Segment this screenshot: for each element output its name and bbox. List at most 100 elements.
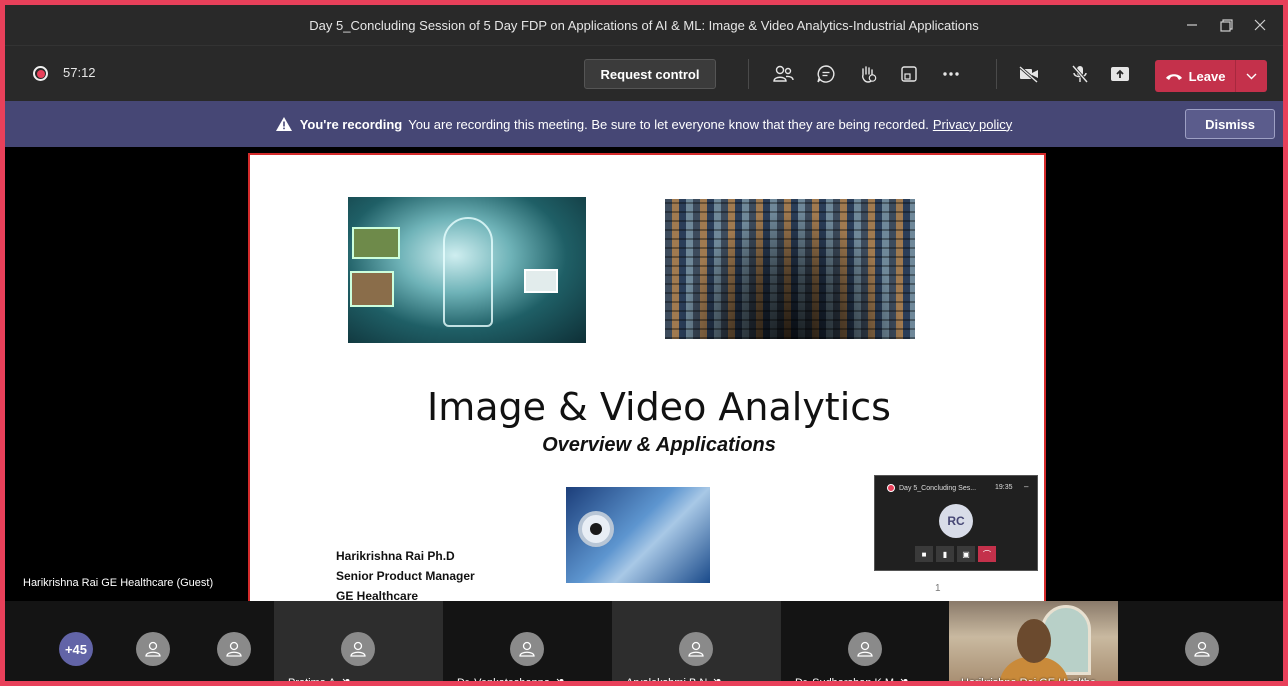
participant-name: Harikrishna Rai GE Healthc... [961, 677, 1105, 686]
person-icon [145, 641, 161, 657]
teams-window: Day 5_Concluding Session of 5 Day FDP on… [0, 0, 1288, 686]
person-icon [350, 641, 366, 657]
close-button[interactable] [1243, 5, 1277, 45]
ellipsis-icon [943, 72, 959, 76]
mic-off-icon [556, 678, 564, 681]
participant-name-text: Dr. Venkateshappa [457, 677, 550, 686]
close-icon [1254, 19, 1266, 31]
person-icon [226, 641, 242, 657]
meeting-timer: 57:12 [63, 65, 96, 80]
mini-camera-button[interactable]: ■ [915, 546, 933, 562]
dismiss-button[interactable]: Dismiss [1185, 109, 1275, 139]
minimize-icon [1187, 24, 1197, 26]
slide-image-video-wall [665, 199, 915, 339]
camera-toggle-button[interactable] [1015, 60, 1043, 88]
participant-name: Pratima A [288, 677, 353, 686]
presenter-name: Harikrishna Rai GE Healthcare (Guest) [23, 577, 214, 589]
person-icon [519, 641, 535, 657]
participant-tile[interactable]: Pratima A [274, 601, 443, 686]
participant-tile[interactable]: Dr. Sudharshan K M [781, 601, 949, 686]
recording-indicator-icon [33, 66, 48, 81]
mini-meeting-window[interactable]: Day 5_Concluding Ses... 19:35 – RC ■ ▮ ▣… [874, 475, 1038, 571]
participant-tile[interactable]: Dr. Venkateshappa [443, 601, 612, 686]
mini-controls: ■ ▮ ▣ ⌒ [915, 546, 996, 562]
mic-off-icon [342, 678, 350, 681]
raise-hand-icon [862, 66, 877, 83]
mini-hang-up-button[interactable]: ⌒ [978, 546, 996, 562]
participant-avatar [848, 632, 882, 666]
participant-avatar [341, 632, 375, 666]
participant-name-text: Harikrishna Rai GE Healthc... [961, 677, 1105, 686]
restore-button[interactable] [1209, 5, 1243, 45]
raise-hand-button[interactable] [854, 60, 882, 88]
toolbar-divider [748, 59, 749, 89]
mini-title-text: Day 5_Concluding Ses... [899, 484, 977, 492]
slide-image-cctv [566, 487, 710, 583]
slide-image-hologram [348, 197, 586, 343]
slide-title: Image & Video Analytics [427, 385, 891, 429]
leave-label: Leave [1188, 68, 1226, 84]
privacy-policy-link[interactable]: Privacy policy [933, 117, 1012, 132]
participant-name: Dr. Sudharshan K M [795, 677, 911, 686]
mini-avatar: RC [939, 504, 973, 538]
participant-name-text: Aryalekshmi B N [626, 677, 708, 686]
person-icon [1194, 641, 1210, 657]
mini-timer: 19:35 [995, 484, 1013, 491]
mic-off-icon [900, 678, 908, 681]
mini-share-button[interactable]: ▣ [957, 546, 975, 562]
recording-label: You're recording [299, 116, 403, 132]
participant-avatar [510, 632, 544, 666]
share-content-button[interactable] [1106, 60, 1134, 88]
participant-avatar[interactable] [1185, 632, 1219, 666]
title-bar: Day 5_Concluding Session of 5 Day FDP on… [5, 5, 1283, 45]
participant-avatar [679, 632, 713, 666]
leave-button[interactable]: Leave [1155, 60, 1267, 92]
restore-icon [1219, 18, 1233, 32]
participant-strip: +45 Pratima A Dr. Venkateshappa Aryaleks… [5, 601, 1283, 686]
participant-name-text: Pratima A [288, 677, 336, 686]
breakout-rooms-button[interactable] [895, 60, 923, 88]
participant-name: Aryalekshmi B N [626, 677, 724, 686]
camera-off-icon [1019, 65, 1038, 83]
person-icon [857, 641, 873, 657]
share-tray-icon [1111, 67, 1129, 81]
more-participants-badge[interactable]: +45 [59, 632, 93, 666]
participant-name-text: Dr. Sudharshan K M [795, 677, 895, 686]
participant-name: Dr. Venkateshappa [457, 677, 567, 686]
toolbar-divider [996, 59, 997, 89]
people-icon [773, 65, 794, 82]
person-icon [688, 641, 704, 657]
warning-icon [275, 117, 292, 131]
recording-message: You are recording this meeting. Be sure … [408, 116, 929, 132]
mic-off-icon [1071, 65, 1089, 83]
author-name: Harikrishna Rai Ph.D [336, 549, 455, 563]
hang-up-icon [1165, 74, 1182, 80]
show-participants-button[interactable] [769, 60, 797, 88]
leave-options-button[interactable] [1236, 60, 1267, 92]
meeting-toolbar: 57:12 Request control Leave [5, 45, 1283, 101]
more-actions-button[interactable] [937, 60, 965, 88]
mini-minimize-icon[interactable]: – [1024, 482, 1028, 491]
slide-page-number: 1 [935, 583, 941, 594]
rooms-icon [901, 66, 917, 82]
recording-banner: You're recording You are recording this … [5, 101, 1283, 147]
chat-icon [817, 65, 835, 83]
request-control-button[interactable]: Request control [584, 59, 716, 89]
mini-title: Day 5_Concluding Ses... [887, 484, 976, 492]
mic-off-icon [713, 678, 721, 681]
window-title: Day 5_Concluding Session of 5 Day FDP on… [309, 17, 979, 33]
participant-tile[interactable]: Aryalekshmi B N [612, 601, 781, 686]
author-role: Senior Product Manager [336, 569, 475, 583]
presentation-slide: Image & Video Analytics Overview & Appli… [248, 153, 1046, 603]
participant-avatar[interactable] [136, 632, 170, 666]
mic-toggle-button[interactable] [1066, 60, 1094, 88]
shared-content-stage: Image & Video Analytics Overview & Appli… [5, 147, 1283, 603]
participant-video-tile[interactable]: Harikrishna Rai GE Healthc... [949, 601, 1118, 686]
mini-recording-icon [887, 484, 895, 492]
leave-main[interactable]: Leave [1155, 60, 1235, 92]
mini-mic-button[interactable]: ▮ [936, 546, 954, 562]
show-conversation-button[interactable] [812, 60, 840, 88]
chevron-down-icon [1246, 73, 1257, 79]
participant-avatar[interactable] [217, 632, 251, 666]
minimize-button[interactable] [1175, 5, 1209, 45]
